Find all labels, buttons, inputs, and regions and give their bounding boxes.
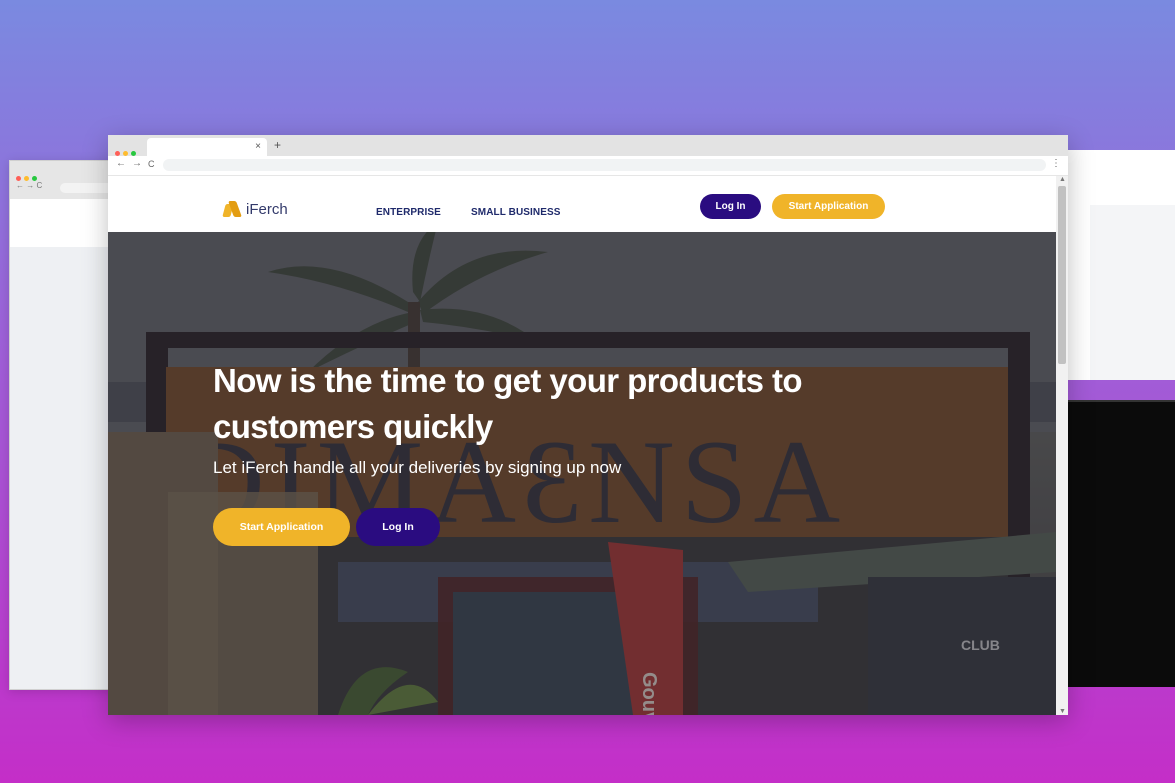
scroll-up-icon[interactable]: ▲ [1059,176,1066,183]
hero-login-button[interactable]: Log In [356,508,440,546]
background-window-panel [1090,205,1175,380]
browser-tab[interactable]: × [147,138,267,156]
scroll-down-icon[interactable]: ▼ [1059,708,1066,715]
new-tab-icon[interactable]: + [274,138,281,152]
header-start-application-button[interactable]: Start Application [772,194,885,219]
nav-link-small-business[interactable]: SMALL BUSINESS [471,207,561,218]
hero-subtitle: Let iFerch handle all your deliveries by… [213,458,622,477]
forward-arrow-icon[interactable]: → [132,158,142,169]
scrollbar-thumb[interactable] [1058,186,1066,364]
nav-link-enterprise[interactable]: ENTERPRISE [376,207,441,218]
hero-start-application-button[interactable]: Start Application [213,508,350,546]
page-scrollbar[interactable]: ▲ ▼ [1056,176,1068,715]
hero-section: DIMAƐNSA Gouvernor CLUB [108,232,1056,715]
browser-window: × + ← → C ⋮ iFerch ENTERPRISE SMALL BUSI… [108,135,1068,715]
tab-bar: × + [108,135,1068,156]
reload-icon[interactable]: C [148,159,155,169]
logo-mark-icon [222,200,243,218]
address-bar-row: ← → C ⋮ [108,156,1068,176]
hero-title: Now is the time to get your products to … [213,362,803,445]
url-input[interactable] [163,159,1046,171]
logo-text: iFerch [246,200,288,218]
hero-content: Now is the time to get your products to … [213,358,853,478]
site-header: iFerch ENTERPRISE SMALL BUSINESS Log In … [108,176,1056,232]
site-logo[interactable]: iFerch [222,200,288,218]
header-login-button[interactable]: Log In [700,194,761,219]
background-nav-icons: ← → C [16,181,43,190]
page-viewport: iFerch ENTERPRISE SMALL BUSINESS Log In … [108,176,1056,715]
tab-close-icon[interactable]: × [255,141,261,152]
browser-menu-icon[interactable]: ⋮ [1051,158,1061,169]
back-arrow-icon[interactable]: ← [116,158,126,169]
